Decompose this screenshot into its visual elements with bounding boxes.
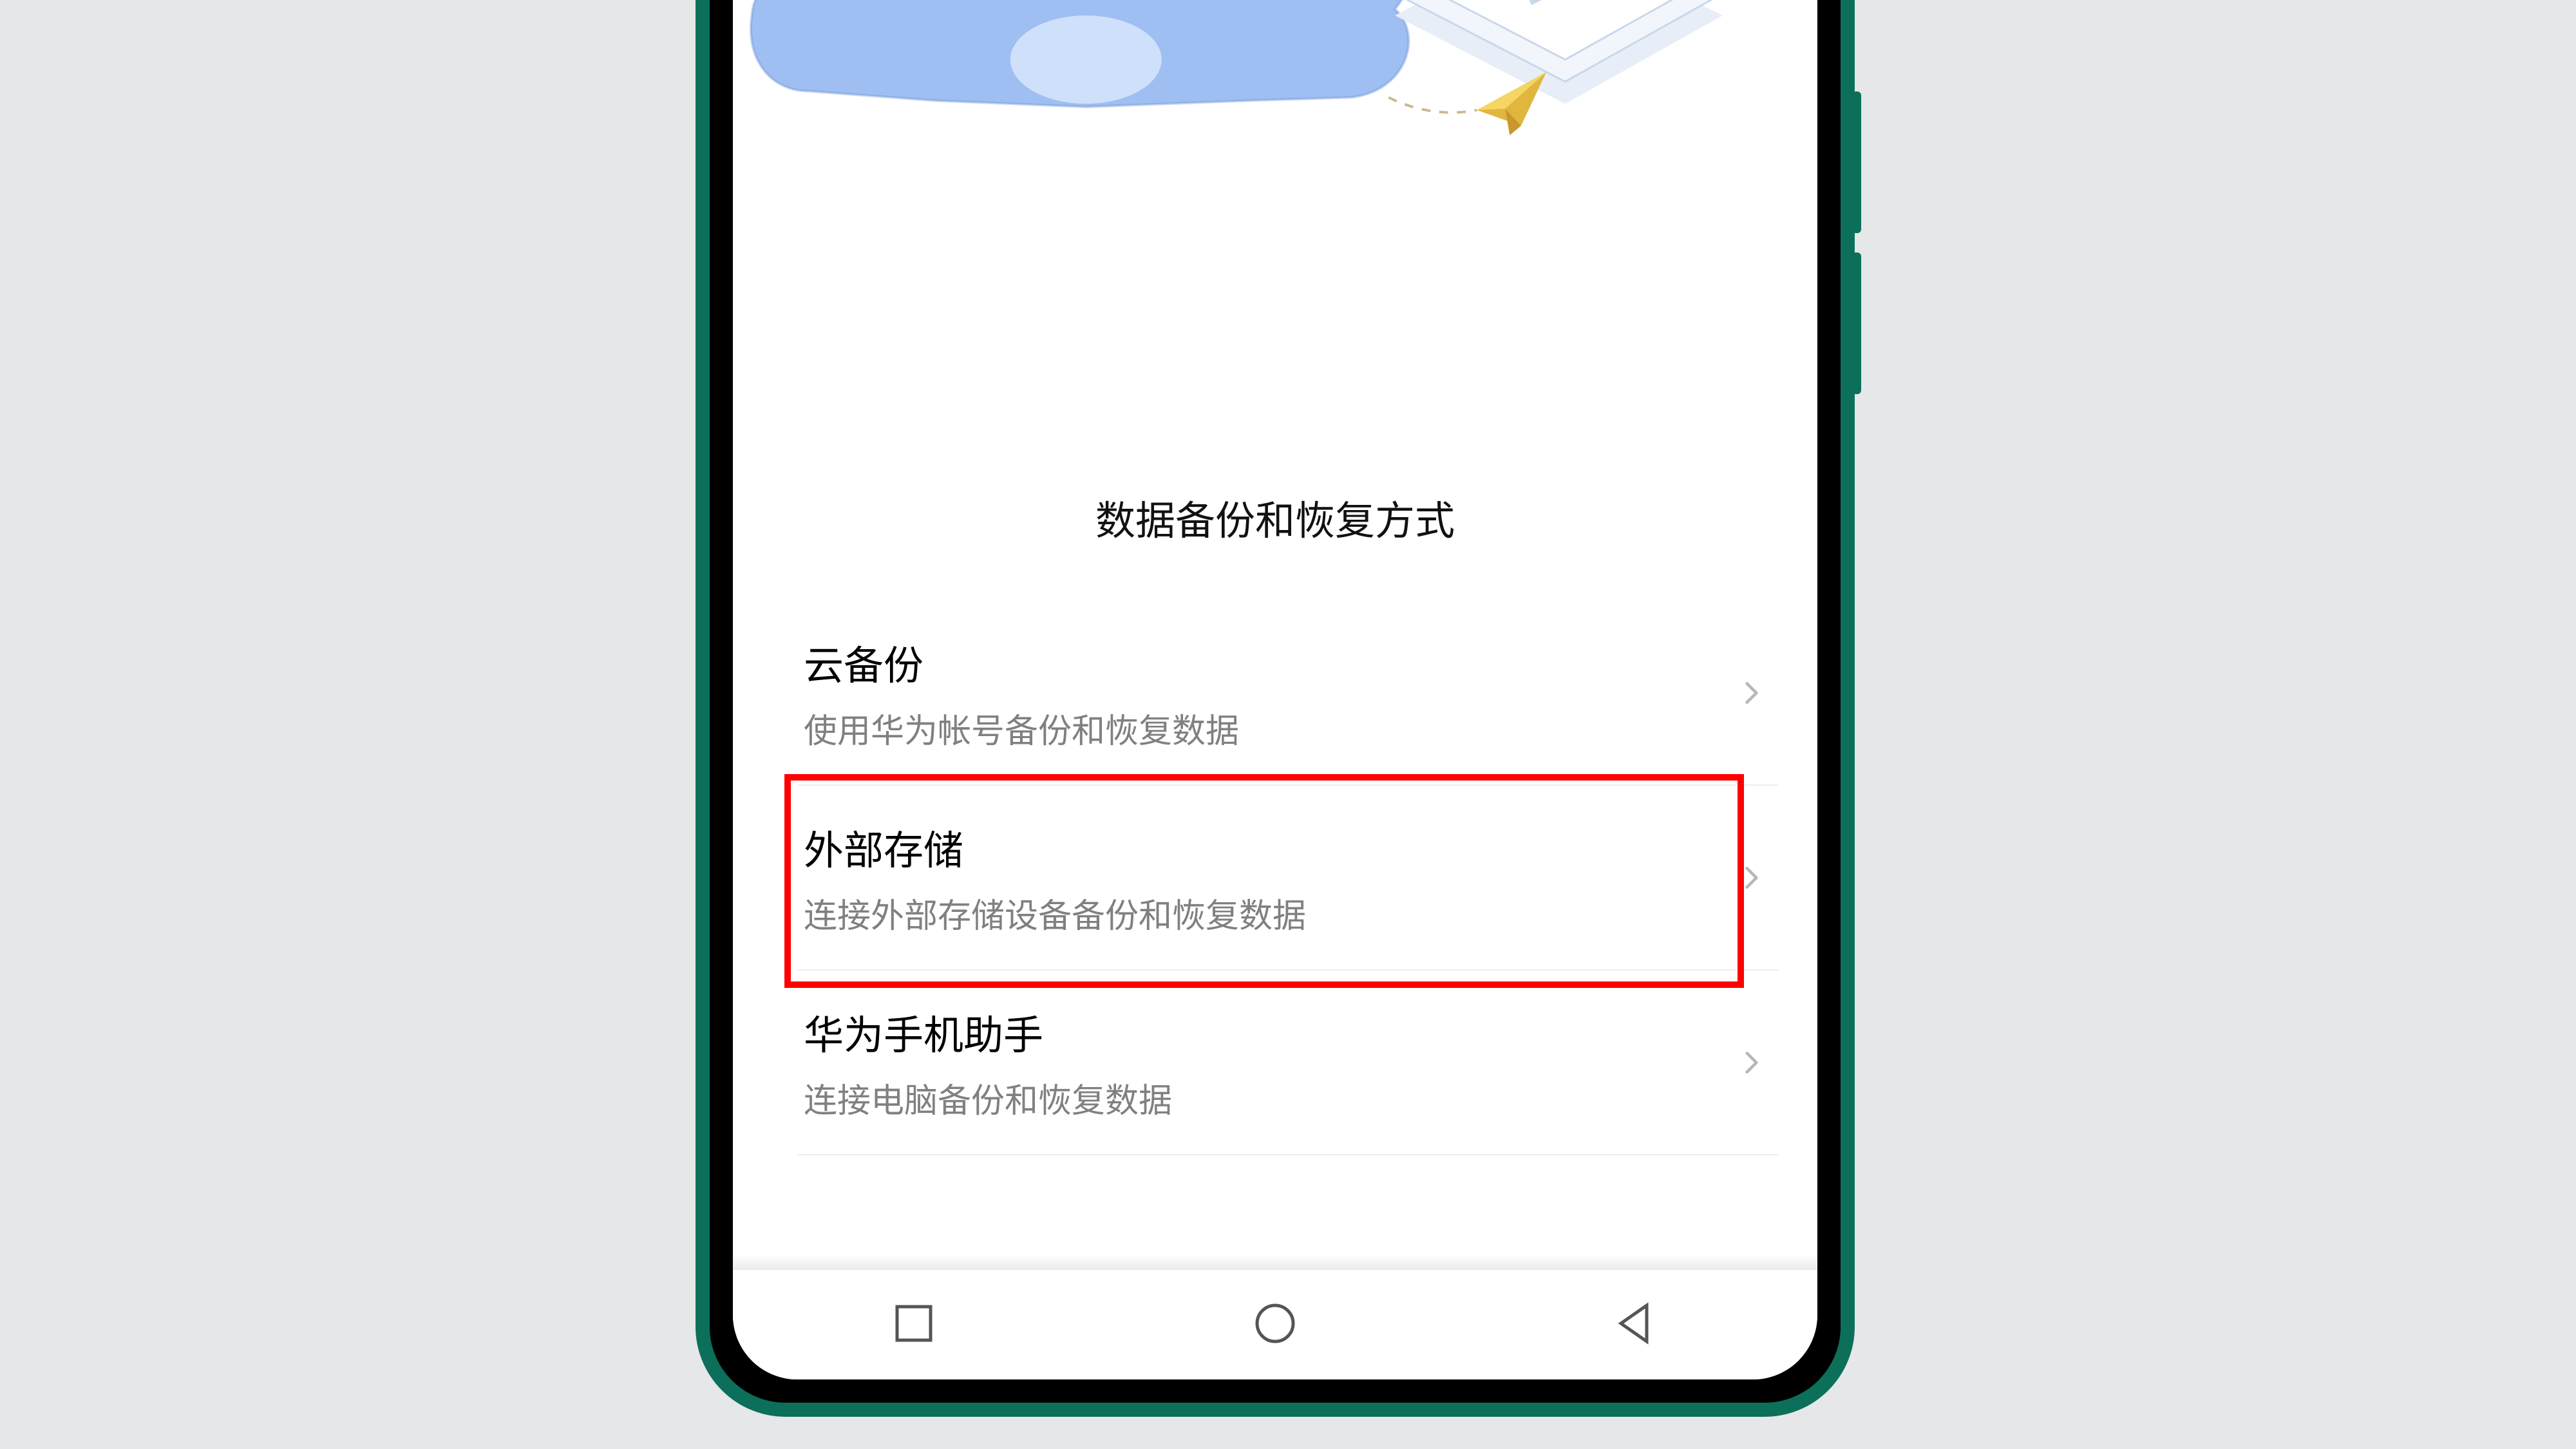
nav-home-icon[interactable]	[1252, 1300, 1298, 1350]
row-hisuite[interactable]: 华为手机助手 连接电脑备份和恢复数据	[797, 971, 1779, 1155]
row-desc: 连接电脑备份和恢复数据	[804, 1074, 1772, 1122]
hero-illustration	[733, 0, 1817, 140]
row-external-storage[interactable]: 外部存储 连接外部存储设备备份和恢复数据	[797, 786, 1779, 971]
backup-options-list: 云备份 使用华为帐号备份和恢复数据 外部存储 连接外部存储设备备份和恢复数据 华…	[797, 601, 1779, 1155]
chevron-right-icon	[1738, 679, 1766, 707]
nav-back-icon[interactable]	[1613, 1300, 1660, 1350]
phone-frame: 数据备份和恢复方式 云备份 使用华为帐号备份和恢复数据 外部存储 连接外部存储设…	[696, 0, 1855, 1417]
paper-plane-icon	[1388, 72, 1546, 135]
documents-icon	[1395, 0, 1723, 104]
row-title: 云备份	[804, 633, 1772, 691]
row-desc: 使用华为帐号备份和恢复数据	[804, 704, 1772, 752]
chevron-right-icon	[1738, 864, 1766, 892]
section-title: 数据备份和恢复方式	[733, 488, 1817, 546]
volume-down-button[interactable]	[1852, 252, 1861, 394]
android-nav-bar	[733, 1270, 1817, 1379]
phone-bezel: 数据备份和恢复方式 云备份 使用华为帐号备份和恢复数据 外部存储 连接外部存储设…	[710, 0, 1841, 1403]
nav-recent-icon[interactable]	[891, 1300, 937, 1350]
phone-screen: 数据备份和恢复方式 云备份 使用华为帐号备份和恢复数据 外部存储 连接外部存储设…	[733, 0, 1817, 1379]
chevron-right-icon	[1738, 1048, 1766, 1077]
row-cloud-backup[interactable]: 云备份 使用华为帐号备份和恢复数据	[797, 601, 1779, 786]
cloud-icon	[751, 0, 1413, 107]
volume-up-button[interactable]	[1852, 91, 1861, 233]
row-desc: 连接外部存储设备备份和恢复数据	[804, 889, 1772, 937]
row-title: 华为手机助手	[804, 1003, 1772, 1061]
row-title: 外部存储	[804, 818, 1772, 876]
